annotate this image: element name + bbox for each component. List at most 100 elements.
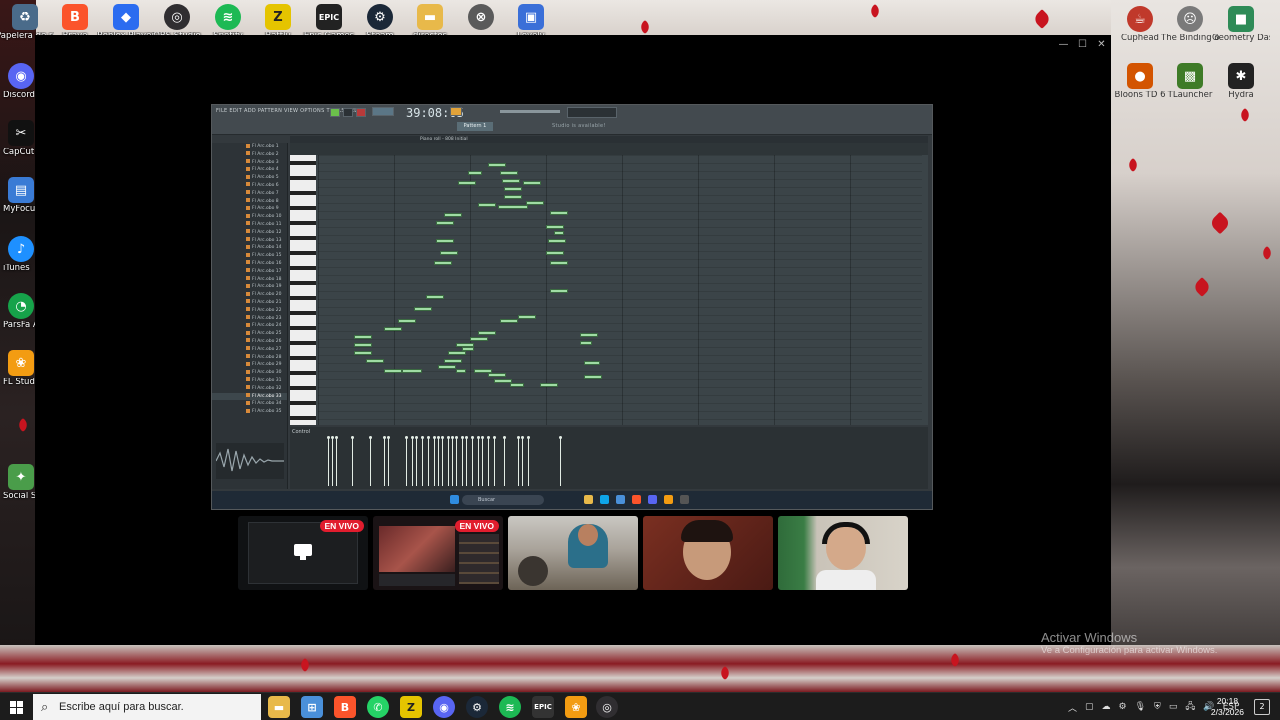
taskbar-steam[interactable]: ⚙ (466, 696, 488, 718)
fl-velocity-bar (455, 436, 458, 486)
taskbar-spotify[interactable]: ≋ (499, 696, 521, 718)
taskbar-store[interactable]: ⊞ (301, 696, 323, 718)
fl-browser-row: Fl Arc.obo 8 (212, 198, 287, 206)
fl-note (500, 319, 518, 323)
desktop-icon-hydra[interactable]: ✱ Hydra (1212, 63, 1270, 100)
tray-app-icon[interactable]: ▢ (1085, 702, 1094, 712)
participant-tile-camera-1[interactable] (508, 516, 638, 590)
monitor-icon (294, 544, 312, 556)
fl-note (584, 375, 602, 379)
participant-tile-camera-2[interactable] (643, 516, 773, 590)
fl-velocity-bar (387, 436, 390, 486)
fl-note (414, 307, 432, 311)
ninja-icon: ✦ (8, 464, 34, 490)
fl-velocity-bar (487, 436, 490, 486)
fl-browser-row: Fl Arc.obo 23 (212, 315, 287, 323)
maximize-button[interactable]: ☐ (1073, 38, 1092, 52)
display-icon[interactable]: ▭ (1169, 702, 1178, 712)
fl-control-label: Control (292, 429, 311, 435)
capcut-icon: ✂ (8, 120, 34, 146)
taskbar-fl-studio[interactable]: ❀ (565, 696, 587, 718)
taskbar-whatsapp[interactable]: ✆ (367, 696, 389, 718)
fl-browser-row: Fl Arc.obo 35 (212, 408, 287, 416)
taskbar-obs[interactable]: ◎ (596, 696, 618, 718)
brave-icon: B (62, 4, 88, 30)
fl-note (354, 351, 372, 355)
taskbar-epic-games[interactable]: EPIC (532, 696, 554, 718)
fl-velocity-bar (559, 436, 562, 486)
participant-body (816, 570, 876, 590)
cloud-icon[interactable]: ☁ (1102, 702, 1111, 712)
taskbar-brave[interactable]: B (334, 696, 356, 718)
chevron-up-icon[interactable]: ︿ (1068, 701, 1077, 714)
stream-sidebar (459, 534, 499, 584)
fl-note (402, 369, 422, 373)
fl-piano-keys (290, 155, 316, 425)
participant-tile-stream[interactable]: EN VIVO (373, 516, 503, 590)
fl-note-grid (318, 155, 922, 425)
microphone-icon[interactable]: 🎙 (1135, 702, 1146, 712)
fl-browser-row: Fl Arc.obo 33 (212, 392, 287, 401)
fl-browser-row: Fl Arc.obo 16 (212, 260, 287, 268)
taskbar-search-input[interactable]: ⌕ Escribe aquí para buscar. (33, 694, 261, 720)
shared-screen-fl-studio[interactable]: FILE EDIT ADD PATTERN VIEW OPTIONS TOOLS… (211, 104, 933, 510)
participant-tile-camera-3[interactable] (778, 516, 908, 590)
fl-browser-row: Fl Arc.obo 34 (212, 400, 287, 408)
lock-icon: ▤ (8, 177, 34, 203)
fl-note (504, 187, 522, 191)
taskbar-clock[interactable]: 20:18 2/3/2026 (1211, 696, 1244, 718)
fl-channel-browser: Fl Arc.obo 1 Fl Arc.obo 2 Fl Arc.obo 3 Fl A… (212, 143, 288, 489)
fl-record-button (356, 108, 366, 117)
start-button[interactable] (0, 693, 32, 720)
fl-browser-row: Fl Arc.obo 1 (212, 143, 287, 151)
headphones-icon (822, 522, 870, 544)
cuphead-icon: ☕ (1127, 6, 1153, 32)
fl-browser-row: Fl Arc.obo 24 (212, 322, 287, 330)
close-button[interactable]: ✕ (1092, 38, 1111, 52)
fl-browser-row: Fl Arc.obo 10 (212, 213, 287, 221)
taskbar-battly[interactable]: Z (400, 696, 422, 718)
fl-stop-button (343, 108, 353, 117)
fl-note (426, 295, 444, 299)
fl-studio-icon (664, 495, 673, 504)
participant-tile-screen[interactable]: EN VIVO (238, 516, 368, 590)
taskbar-discord[interactable]: ◉ (433, 696, 455, 718)
edge-icon (600, 495, 609, 504)
bloons-icon: ● (1127, 63, 1153, 89)
network-icon[interactable]: 🖧 (1185, 699, 1195, 715)
fl-velocity-bar (465, 436, 468, 486)
fl-velocity-bar (421, 436, 424, 486)
fl-studio-icon: ❀ (8, 350, 34, 376)
security-icon[interactable]: ⛨ (1154, 702, 1161, 712)
fl-browser-row: Fl Arc.obo 4 (212, 166, 287, 174)
fl-note (354, 343, 372, 347)
discord-icon: ◉ (8, 63, 34, 89)
minimize-button[interactable]: — (1054, 38, 1073, 52)
fl-pattern-selector: Pattern 1 (457, 122, 493, 131)
fl-velocity-bar (481, 436, 484, 486)
fl-velocity-bar (503, 436, 506, 486)
notification-center-button[interactable]: 2 (1254, 699, 1270, 715)
desktop-icon-geometry-dash[interactable]: ■ Geometry Dash (1212, 6, 1270, 43)
stream-video (379, 526, 455, 572)
fl-plugin-bar: Piano roll - 808 Initial (290, 136, 928, 143)
mic-stand (518, 556, 548, 586)
fl-note (478, 203, 496, 207)
fl-waveform-preview (215, 443, 284, 479)
fl-tempo (372, 107, 394, 116)
fl-note (500, 171, 518, 175)
fl-velocity-bar (327, 436, 330, 486)
fl-browser-row: Fl Arc.obo 22 (212, 307, 287, 315)
fl-note (546, 251, 564, 255)
desktop-icon-tlauncher[interactable]: ▩ TLauncher (1161, 63, 1219, 100)
fl-velocity-bar (411, 436, 414, 486)
fl-note (436, 239, 454, 243)
fl-note (448, 351, 466, 355)
desktop-icon-isaac[interactable]: ☹ The Binding of Isaac R... (1161, 6, 1219, 43)
epic-games-icon: EPIC (316, 4, 342, 30)
fl-note (468, 171, 482, 175)
steam-tray-icon[interactable]: ⚙ (1119, 702, 1127, 712)
clock-time: 20:18 (1216, 696, 1239, 706)
taskbar-file-explorer[interactable]: ▬ (268, 696, 290, 718)
fl-note (498, 205, 528, 209)
